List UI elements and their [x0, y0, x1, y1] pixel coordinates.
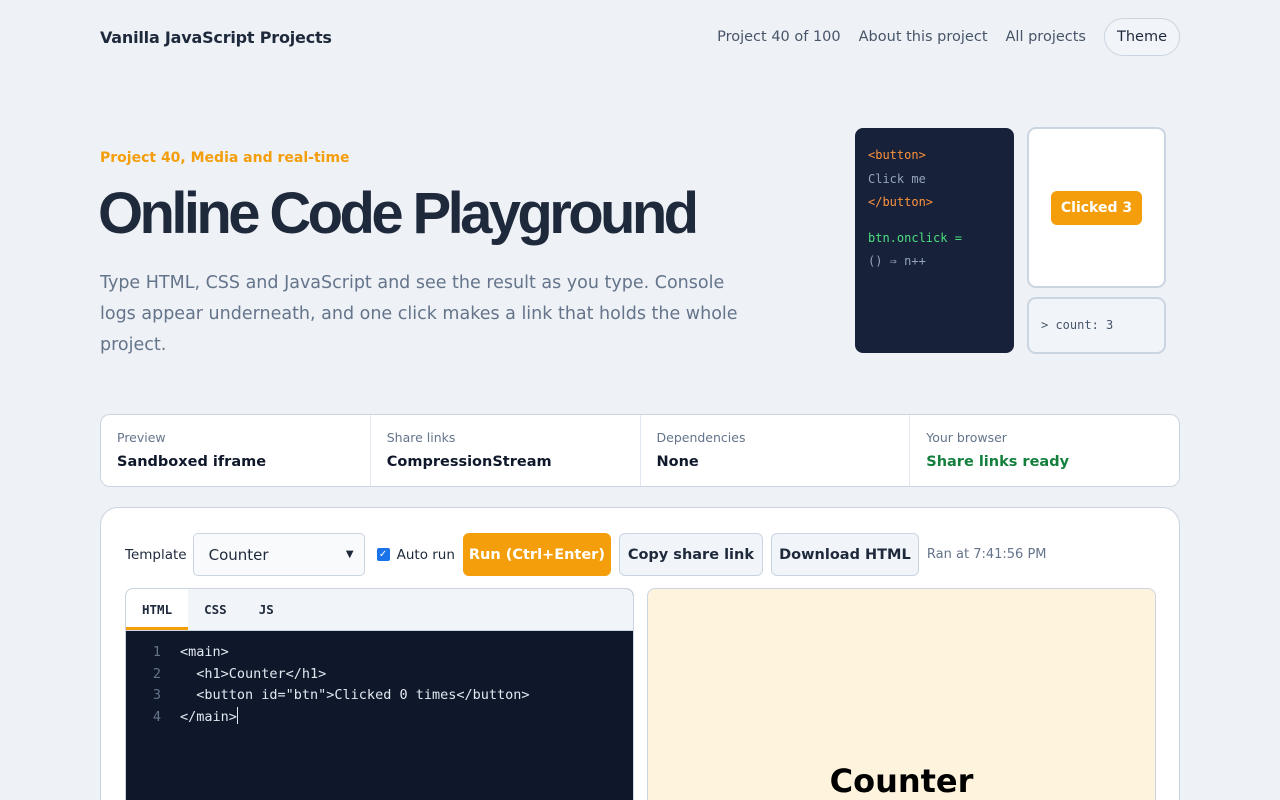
code-textarea[interactable]: 1 <main> 2 <h1>Counter</h1> 3 <button id… [126, 631, 633, 729]
illustration-preview-card: Clicked 3 [1027, 127, 1166, 288]
download-html-button[interactable]: Download HTML [770, 533, 919, 576]
code-line: 4 </main> [126, 707, 633, 729]
theme-button[interactable]: Theme [1103, 18, 1180, 56]
page-description: Type HTML, CSS and JavaScript and see th… [100, 273, 738, 355]
playground-panel: Template Counter ▼ ✓ Auto run Run (Ctrl+… [100, 507, 1180, 800]
tab-js[interactable]: JS [243, 589, 290, 630]
code-line: 3 <button id="btn">Clicked 0 times</butt… [126, 685, 633, 707]
line-number: 2 [152, 665, 161, 682]
project-eyebrow: Project 40, Media and real-time [100, 150, 350, 166]
info-cell-browser: Your browser Share links ready [909, 415, 1179, 486]
code-text: <h1>Counter</h1> [180, 665, 327, 682]
copy-share-link-button[interactable]: Copy share link [618, 533, 763, 576]
template-selected-value: Counter [208, 545, 269, 564]
info-cell-preview: Preview Sandboxed iframe [101, 415, 370, 486]
template-select[interactable]: Counter ▼ [192, 533, 365, 576]
chevron-down-icon: ▼ [345, 549, 354, 560]
auto-run-toggle[interactable]: ✓ Auto run [376, 546, 455, 563]
info-label: Share links [386, 430, 456, 445]
line-number: 1 [152, 644, 161, 660]
illustration-code-line: () ⇒ n++ [868, 254, 926, 268]
info-value: CompressionStream [386, 454, 552, 470]
code-line: 1 <main> [126, 642, 633, 664]
info-value: Sandboxed iframe [117, 454, 267, 470]
auto-run-checkbox[interactable]: ✓ [376, 548, 390, 561]
tab-html[interactable]: HTML [126, 589, 189, 630]
illustration-code-line: Click me [868, 171, 926, 186]
info-label: Your browser [926, 430, 1007, 445]
info-label: Preview [117, 430, 166, 445]
code-text: <button id="btn">Clicked 0 times</button… [180, 687, 530, 704]
browser-status-value: Share links ready [926, 454, 1070, 470]
editor-tabs: HTML CSS JS [126, 589, 633, 631]
text-caret [236, 707, 238, 725]
line-number: 4 [152, 709, 161, 726]
template-label: Template [125, 547, 187, 563]
code-editor: HTML CSS JS 1 <main> 2 <h1>Counter</h1> … [125, 588, 634, 800]
code-line: 2 <h1>Counter</h1> [126, 664, 633, 686]
auto-run-label: Auto run [396, 546, 455, 563]
illustration-code-line: btn.onclick = [868, 230, 962, 245]
nav-link-about[interactable]: About this project [859, 29, 988, 45]
nav-link-all-projects[interactable]: All projects [1006, 29, 1086, 45]
info-cell-dependencies: Dependencies None [639, 415, 910, 486]
illustration-code-line: <button> [868, 148, 926, 162]
info-strip: Preview Sandboxed iframe Share links Com… [100, 414, 1180, 487]
code-text: <main> [180, 644, 229, 660]
top-nav: Vanilla JavaScript Projects Project 40 o… [100, 18, 1180, 56]
preview-frame[interactable]: Counter [647, 588, 1156, 800]
brand-title[interactable]: Vanilla JavaScript Projects [100, 28, 332, 47]
playground-toolbar: Template Counter ▼ ✓ Auto run Run (Ctrl+… [125, 533, 1047, 576]
nav-link-project-number[interactable]: Project 40 of 100 [717, 29, 841, 45]
illustration-code-card: <button> Click me </button> btn.onclick … [855, 128, 1014, 353]
info-label: Dependencies [656, 430, 746, 445]
nav-links: Project 40 of 100 About this project All… [717, 18, 1180, 56]
line-number: 3 [152, 687, 161, 704]
tab-css[interactable]: CSS [188, 589, 243, 630]
code-text: </main> [180, 709, 237, 726]
preview-heading: Counter [829, 762, 974, 800]
illustration-console-card: > count: 3 [1027, 297, 1166, 354]
illustration-code-line: </button> [868, 195, 934, 209]
illustration-clicked-badge: Clicked 3 [1050, 190, 1143, 225]
run-button[interactable]: Run (Ctrl+Enter) [462, 533, 611, 576]
info-value: None [656, 454, 699, 470]
run-status: Ran at 7:41:56 PM [926, 547, 1047, 562]
page-title: Online Code Playground [98, 181, 699, 246]
info-cell-share-links: Share links CompressionStream [369, 415, 640, 486]
